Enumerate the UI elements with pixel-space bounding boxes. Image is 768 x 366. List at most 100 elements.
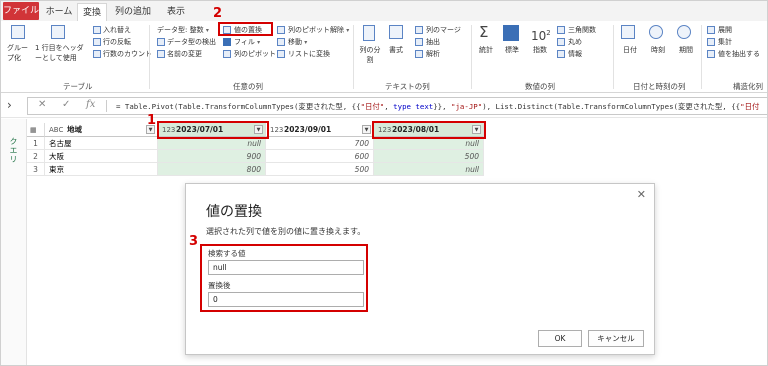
rounding-dropdown[interactable]: 丸め xyxy=(568,37,582,47)
table-menu-button[interactable]: ▦ xyxy=(27,123,45,137)
expand-button[interactable]: 展開 xyxy=(718,25,732,35)
trigonometry-dropdown[interactable]: 三角関数 xyxy=(568,25,596,35)
time-dropdown[interactable]: 時刻 xyxy=(651,45,665,55)
split-column-icon xyxy=(363,25,375,41)
data-type-dropdown[interactable]: データ型: 整数 ▾ xyxy=(157,25,209,36)
fx-icon[interactable]: fx xyxy=(86,99,95,110)
count-rows-icon xyxy=(93,50,101,58)
annotation-number-2: 2 xyxy=(213,6,223,21)
move-label: 移動 xyxy=(288,38,302,46)
cell-value[interactable]: 900 xyxy=(158,150,266,163)
expand-icon xyxy=(707,26,715,34)
tab-file[interactable]: ファイル xyxy=(3,2,39,20)
split-column-dropdown[interactable]: 列の分割 xyxy=(359,45,381,65)
cell-value[interactable]: 800 xyxy=(158,163,266,176)
formula-text: = Table.Pivot(Table.TransformColumnTypes… xyxy=(116,102,361,111)
transpose-button[interactable]: 入れ替え xyxy=(103,25,131,35)
cell-value[interactable]: 500 xyxy=(266,163,374,176)
queries-pane-label: クエリ xyxy=(9,137,18,164)
ribbon-separator xyxy=(613,25,614,89)
standard-dropdown[interactable]: 標準 xyxy=(505,45,519,55)
parse-icon xyxy=(415,50,423,58)
group-by-button[interactable]: グループ化 xyxy=(7,43,31,63)
formula-keyword: type text xyxy=(393,102,434,111)
group-label-number-column: 数値の列 xyxy=(525,82,555,91)
tab-view[interactable]: 表示 xyxy=(159,3,193,21)
move-icon xyxy=(277,38,285,46)
move-dropdown[interactable]: 移動 ▾ xyxy=(288,37,307,48)
unpivot-dropdown[interactable]: 列のピボット解除 ▾ xyxy=(288,25,349,36)
pivot-column-button[interactable]: 列のピボット xyxy=(234,49,276,59)
formula-box: ✕ ✓ fx = Table.Pivot(Table.TransformColu… xyxy=(27,97,767,115)
close-icon[interactable]: ✕ xyxy=(637,188,646,201)
scientific-dropdown[interactable]: 指数 xyxy=(533,45,547,55)
convert-to-list-button[interactable]: リストに変換 xyxy=(288,49,330,59)
cell-value[interactable]: 600 xyxy=(266,150,374,163)
merge-columns-button[interactable]: 列のマージ xyxy=(426,25,461,35)
cancel-button[interactable]: キャンセル xyxy=(588,330,644,347)
info-icon xyxy=(557,50,565,58)
formula-string: "日付" xyxy=(360,102,385,111)
cancel-formula-icon[interactable]: ✕ xyxy=(38,99,46,110)
annotation-box-fields xyxy=(200,244,368,312)
column-header-region[interactable]: ABC 地域 ▼ xyxy=(45,123,158,137)
statistics-dropdown[interactable]: 統計 xyxy=(479,45,493,55)
queries-pane[interactable]: クエリ xyxy=(1,119,27,365)
data-type-label: データ型: 整数 xyxy=(157,26,204,34)
column-header-label: 地域 xyxy=(67,125,82,134)
cell-value[interactable]: 700 xyxy=(266,137,374,150)
chevron-down-icon: ▾ xyxy=(304,39,308,46)
cell-region[interactable]: 名古屋 xyxy=(45,137,158,150)
text-type-icon: ABC xyxy=(49,126,64,134)
duration-dropdown[interactable]: 期間 xyxy=(679,45,693,55)
aggregate-button[interactable]: 集計 xyxy=(718,37,732,47)
chevron-down-icon: ▾ xyxy=(205,27,209,34)
chevron-right-icon[interactable]: › xyxy=(7,98,12,112)
clock-icon xyxy=(649,25,663,39)
column-header-2023-09[interactable]: 123 2023/09/01 ▼ xyxy=(266,123,374,137)
rename-button[interactable]: 名前の変更 xyxy=(167,49,202,59)
tab-home[interactable]: ホーム xyxy=(41,3,77,21)
formula-string: "日付 xyxy=(740,102,760,111)
filter-dropdown-icon[interactable]: ▼ xyxy=(362,125,371,134)
cell-value[interactable]: 500 xyxy=(374,150,484,163)
rename-icon xyxy=(157,50,165,58)
count-rows-button[interactable]: 行数のカウント xyxy=(103,49,152,59)
group-label-any-column: 任意の列 xyxy=(233,82,263,91)
number-type-icon: 123 xyxy=(270,126,284,134)
dialog-description: 選択された列で値を別の値に置き換えます。 xyxy=(206,227,366,236)
ribbon-tabs: ファイル ホーム 変換 列の追加 表示 xyxy=(1,1,767,21)
formula-text: }}, xyxy=(433,102,452,111)
formula-bar: › ✕ ✓ fx = Table.Pivot(Table.TransformCo… xyxy=(1,94,767,118)
fill-dropdown[interactable]: フィル ▾ xyxy=(234,37,260,48)
parse-dropdown[interactable]: 解析 xyxy=(426,49,440,59)
annotation-box-column-2023-08 xyxy=(372,121,486,139)
replace-values-dialog: ✕ 値の置換 選択された列で値を別の値に置き換えます。 検索する値 null 置… xyxy=(185,183,655,355)
ribbon-separator xyxy=(149,25,150,89)
detect-type-button[interactable]: データ型の検出 xyxy=(167,37,216,47)
date-dropdown[interactable]: 日付 xyxy=(623,45,637,55)
ok-button[interactable]: OK xyxy=(538,330,582,347)
confirm-formula-icon[interactable]: ✓ xyxy=(62,99,70,110)
ribbon-separator xyxy=(701,25,702,89)
cell-value[interactable]: null xyxy=(374,163,484,176)
extract-values-button[interactable]: 値を抽出する xyxy=(718,49,760,59)
group-label-table: テーブル xyxy=(63,82,93,91)
detect-type-icon xyxy=(157,38,165,46)
standard-icon xyxy=(503,25,519,41)
aggregate-icon xyxy=(707,38,715,46)
reverse-rows-button[interactable]: 行の反転 xyxy=(103,37,131,47)
format-dropdown[interactable]: 書式 xyxy=(389,45,403,55)
formula-text: , xyxy=(384,102,394,111)
extract-dropdown[interactable]: 抽出 xyxy=(426,37,440,47)
use-first-row-button[interactable]: 1 行目をヘッダーとして使用 xyxy=(35,43,85,63)
tab-transform[interactable]: 変換 xyxy=(77,3,107,21)
unpivot-icon xyxy=(277,26,285,34)
tab-add-column[interactable]: 列の追加 xyxy=(109,3,157,21)
information-dropdown[interactable]: 情報 xyxy=(568,49,582,59)
cell-region[interactable]: 大阪 xyxy=(45,150,158,163)
power-query-editor: ファイル ホーム 変換 列の追加 表示 グループ化 1 行目をヘッダーとして使用… xyxy=(0,0,768,366)
cell-region[interactable]: 東京 xyxy=(45,163,158,176)
formula-input[interactable]: = Table.Pivot(Table.TransformColumnTypes… xyxy=(116,101,759,112)
group-by-icon xyxy=(11,25,25,39)
